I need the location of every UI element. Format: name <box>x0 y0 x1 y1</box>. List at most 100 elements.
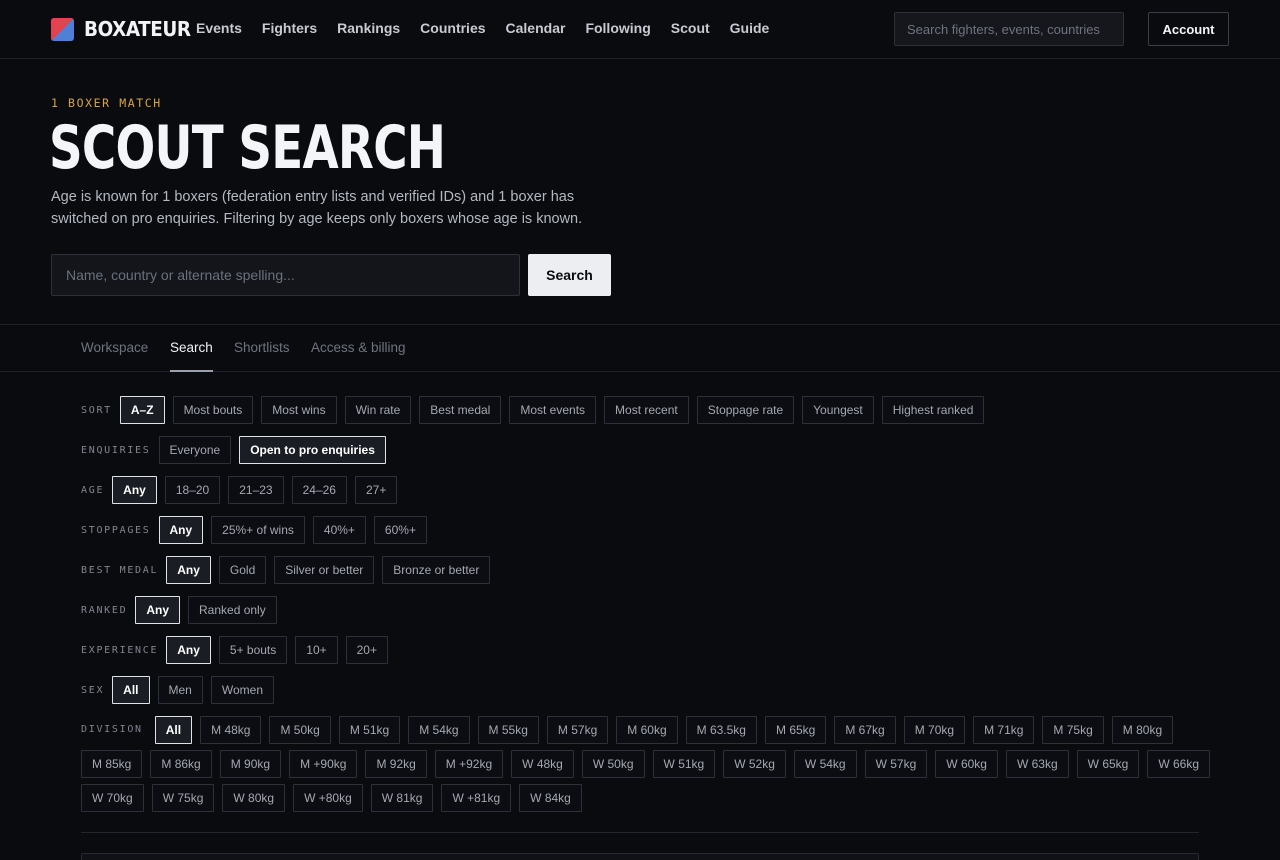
nav-item-rankings[interactable]: Rankings <box>337 20 400 36</box>
filter-chip-sex-all[interactable]: All <box>112 676 150 704</box>
filter-chip-sort-most-events[interactable]: Most events <box>509 396 597 424</box>
filter-chip-best-medal-silver-or-better[interactable]: Silver or better <box>274 556 375 584</box>
tab-shortlists[interactable]: Shortlists <box>234 325 290 372</box>
division-line-1: DIVISION All M 48kg M 50kg M 51kg M 54kg M 55k… <box>81 716 1201 744</box>
division-chip-w-65kg[interactable]: W 65kg <box>1076 750 1140 778</box>
nav-item-calendar[interactable]: Calendar <box>506 20 566 36</box>
nav-item-events[interactable]: Events <box>196 20 242 36</box>
filter-chip-sort-a-z[interactable]: A–Z <box>119 396 165 424</box>
filter-chip-experience-10[interactable]: 10+ <box>295 636 338 664</box>
filter-chip-age-any[interactable]: Any <box>112 476 157 504</box>
division-chip-w-81kg[interactable]: W 81kg <box>370 784 434 812</box>
filter-chip-sex-women[interactable]: Women <box>210 676 274 704</box>
nav-item-scout[interactable]: Scout <box>671 20 710 36</box>
division-chip-m-67kg[interactable]: M 67kg <box>834 716 896 744</box>
tab-access-billing[interactable]: Access & billing <box>311 325 406 372</box>
division-chip-m-plus-92kg[interactable]: M +92kg <box>434 750 504 778</box>
division-chip-m-51kg[interactable]: M 51kg <box>338 716 401 744</box>
division-chip-m-90kg[interactable]: M 90kg <box>219 750 282 778</box>
division-chip-m-54kg[interactable]: M 54kg <box>408 716 470 744</box>
division-chip-w-plus-81kg[interactable]: W +81kg <box>441 784 512 812</box>
filter-chip-age-21-23[interactable]: 21–23 <box>228 476 284 504</box>
filter-chip-ranked-ranked-only[interactable]: Ranked only <box>188 596 277 624</box>
division-chip-m-71kg[interactable]: M 71kg <box>973 716 1035 744</box>
division-chip-m-63-5kg[interactable]: M 63.5kg <box>685 716 757 744</box>
division-chip-m-80kg[interactable]: M 80kg <box>1111 716 1174 744</box>
division-chip-all[interactable]: All <box>154 716 193 744</box>
division-chip-w-52kg[interactable]: W 52kg <box>723 750 786 778</box>
division-chip-m-75kg[interactable]: M 75kg <box>1042 716 1104 744</box>
filter-chip-best-medal-bronze-or-better[interactable]: Bronze or better <box>382 556 491 584</box>
filter-label-experience: EXPERIENCE <box>81 644 159 656</box>
filter-label-best-medal: BEST MEDAL <box>81 564 159 576</box>
division-chip-m-55kg[interactable]: M 55kg <box>477 716 539 744</box>
division-chip-w-63kg[interactable]: W 63kg <box>1005 750 1069 778</box>
filter-chip-stoppages-25-of-wins[interactable]: 25%+ of wins <box>211 516 305 544</box>
division-chip-m-plus-90kg[interactable]: M +90kg <box>289 750 358 778</box>
division-chip-w-48kg[interactable]: W 48kg <box>511 750 574 778</box>
nav-item-following[interactable]: Following <box>585 20 650 36</box>
tab-search[interactable]: Search <box>170 325 213 372</box>
filter-chip-sex-men[interactable]: Men <box>157 676 203 704</box>
nav-item-countries[interactable]: Countries <box>420 20 485 36</box>
global-search-input[interactable] <box>894 12 1124 46</box>
filter-chip-age-18-20[interactable]: 18–20 <box>164 476 221 504</box>
division-chip-w-50kg[interactable]: W 50kg <box>581 750 645 778</box>
filter-chip-age-27[interactable]: 27+ <box>354 476 398 504</box>
division-chip-w-84kg[interactable]: W 84kg <box>519 784 582 812</box>
filter-chip-experience-any[interactable]: Any <box>166 636 211 664</box>
division-chip-w-60kg[interactable]: W 60kg <box>935 750 998 778</box>
filter-chip-sort-most-bouts[interactable]: Most bouts <box>172 396 254 424</box>
filter-chip-stoppages-40[interactable]: 40%+ <box>312 516 366 544</box>
filter-chip-age-24-26[interactable]: 24–26 <box>291 476 347 504</box>
filter-chip-experience-5-bouts[interactable]: 5+ bouts <box>218 636 288 664</box>
division-chip-m-86kg[interactable]: M 86kg <box>150 750 212 778</box>
scout-search-button[interactable]: Search <box>528 254 611 296</box>
division-chip-w-75kg[interactable]: W 75kg <box>151 784 215 812</box>
tab-workspace[interactable]: Workspace <box>81 325 148 372</box>
filter-chip-best-medal-gold[interactable]: Gold <box>218 556 267 584</box>
division-chip-m-60kg[interactable]: M 60kg <box>616 716 678 744</box>
filter-chip-best-medal-any[interactable]: Any <box>166 556 211 584</box>
scout-search-input[interactable] <box>51 254 520 296</box>
division-chip-m-65kg[interactable]: M 65kg <box>764 716 827 744</box>
division-chip-m-70kg[interactable]: M 70kg <box>903 716 966 744</box>
filter-chip-sort-highest-ranked[interactable]: Highest ranked <box>881 396 985 424</box>
filter-chip-stoppages-60[interactable]: 60%+ <box>373 516 427 544</box>
division-chip-w-80kg[interactable]: W 80kg <box>222 784 286 812</box>
filter-label-ranked: RANKED <box>81 604 128 616</box>
filter-chip-enquiries-everyone[interactable]: Everyone <box>158 436 232 464</box>
filter-chip-sort-win-rate[interactable]: Win rate <box>344 396 412 424</box>
filter-chip-sort-stoppage-rate[interactable]: Stoppage rate <box>696 396 795 424</box>
division-chip-m-50kg[interactable]: M 50kg <box>269 716 331 744</box>
division-chip-m-85kg[interactable]: M 85kg <box>81 750 143 778</box>
division-chip-m-92kg[interactable]: M 92kg <box>365 750 427 778</box>
nav-item-guide[interactable]: Guide <box>730 20 770 36</box>
division-chip-m-57kg[interactable]: M 57kg <box>546 716 609 744</box>
account-button[interactable]: Account <box>1148 12 1229 46</box>
filter-label-sex: SEX <box>81 684 105 696</box>
division-chip-w-54kg[interactable]: W 54kg <box>793 750 857 778</box>
filter-options-ranked: Any Ranked only <box>135 596 277 624</box>
division-chip-w-57kg[interactable]: W 57kg <box>864 750 928 778</box>
filter-chip-stoppages-any[interactable]: Any <box>158 516 204 544</box>
division-chip-m-48kg[interactable]: M 48kg <box>200 716 262 744</box>
filter-chip-sort-best-medal[interactable]: Best medal <box>419 396 502 424</box>
filter-chip-enquiries-open-to-pro-enquiries[interactable]: Open to pro enquiries <box>239 436 386 464</box>
filter-chip-ranked-any[interactable]: Any <box>135 596 180 624</box>
filter-chip-sort-youngest[interactable]: Youngest <box>802 396 874 424</box>
filter-row-stoppages: STOPPAGES Any 25%+ of wins 40%+ 60%+ <box>81 516 427 544</box>
division-chip-w-51kg[interactable]: W 51kg <box>652 750 716 778</box>
filter-chip-sort-most-recent[interactable]: Most recent <box>604 396 689 424</box>
division-chip-w-70kg[interactable]: W 70kg <box>81 784 144 812</box>
brand-logo[interactable]: BOXATEUR <box>51 17 200 41</box>
filter-row-sort: SORT A–Z Most bouts Most wins Win rate Best m… <box>81 396 985 424</box>
nav-item-fighters[interactable]: Fighters <box>262 20 317 36</box>
filter-chip-sort-most-wins[interactable]: Most wins <box>261 396 337 424</box>
filter-chip-experience-20[interactable]: 20+ <box>345 636 388 664</box>
page-description: Age is known for 1 boxers (federation en… <box>51 189 583 227</box>
division-chip-w-66kg[interactable]: W 66kg <box>1147 750 1211 778</box>
results-panel <box>81 853 1199 860</box>
filter-row-best-medal: BEST MEDAL Any Gold Silver or better Bronze … <box>81 556 491 584</box>
division-chip-w-plus-80kg[interactable]: W +80kg <box>293 784 363 812</box>
